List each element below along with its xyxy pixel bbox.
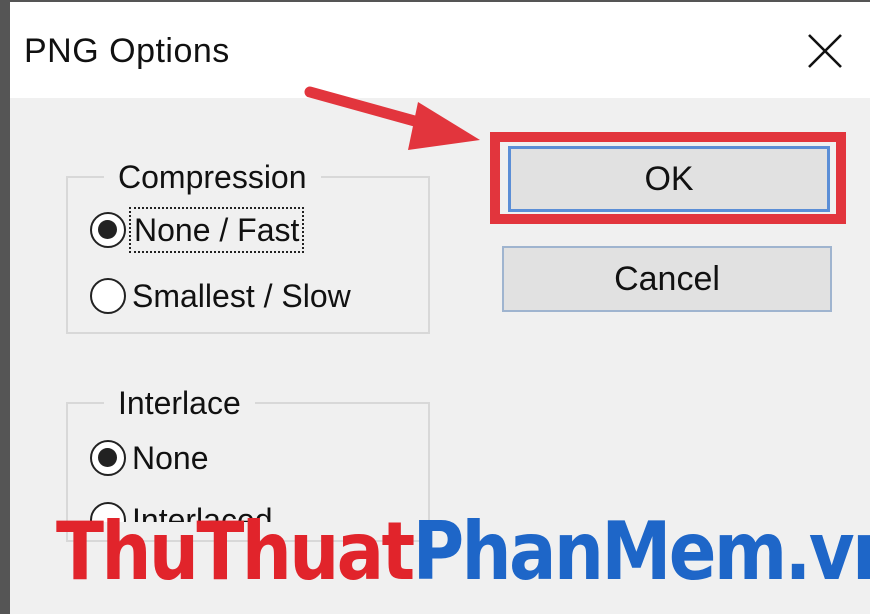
watermark: ThuThuat PhanMem.vn xyxy=(56,496,870,606)
watermark-red-text: ThuThuat xyxy=(56,504,415,598)
watermark-blue-text: PhanMem.vn xyxy=(412,504,870,598)
